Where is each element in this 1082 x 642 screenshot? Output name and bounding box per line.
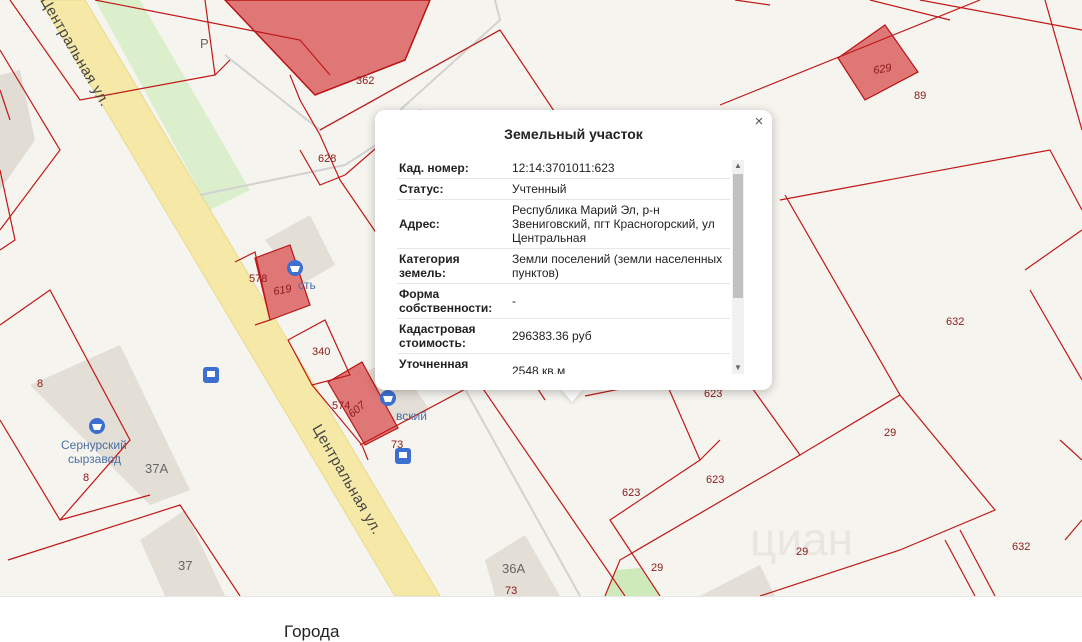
parcel-number: 73 — [505, 585, 517, 596]
poi-label: вский — [396, 409, 427, 423]
parcel-number: 623 — [706, 474, 724, 486]
property-label: Категория земель: — [397, 248, 508, 284]
building — [0, 70, 35, 190]
property-label: Кадастровая стоимость: — [397, 318, 508, 354]
scroll-up-arrow-icon[interactable]: ▲ — [732, 160, 744, 172]
building-cheese-factory — [30, 345, 190, 505]
parcel-properties-table: Кад. номер: 12:14:3701011:623 Статус: Уч… — [397, 158, 730, 374]
close-icon[interactable]: × — [752, 114, 766, 129]
table-row: Кад. номер: 12:14:3701011:623 — [397, 158, 730, 179]
parcel-number: 632 — [1012, 541, 1030, 553]
parcel-number: 8 — [83, 472, 89, 484]
property-value: 296383.36 руб — [508, 318, 730, 354]
property-value: Республика Марий Эл, р-н Звениговский, п… — [508, 199, 730, 249]
section-heading: Города — [284, 622, 340, 641]
table-row: Категория земель: Земли поселений (земли… — [397, 248, 730, 284]
table-row: Форма собственности: - — [397, 283, 730, 319]
popup-scrollbar[interactable]: ▲ ▼ — [732, 160, 744, 374]
house-number: 37 — [178, 558, 192, 573]
parcel-362[interactable] — [223, 0, 431, 96]
parking-label: Р — [200, 36, 209, 51]
shop-basket-icon[interactable] — [287, 260, 303, 276]
property-value: 12:14:3701011:623 — [508, 158, 730, 179]
parcel-number: 29 — [651, 562, 663, 574]
parcel-info-popup: Земельный участок × Кад. номер: 12:14:37… — [375, 110, 772, 390]
property-label: Адрес: — [397, 199, 508, 249]
shop-basket-icon[interactable] — [380, 390, 396, 406]
scroll-down-arrow-icon[interactable]: ▼ — [732, 362, 744, 374]
parcel-number: 628 — [318, 153, 336, 165]
table-row: Уточненная площадь: 2548 кв.м — [397, 353, 730, 374]
parcel-629[interactable] — [837, 24, 919, 101]
poi-label: Сернурский — [61, 438, 127, 452]
parcel-number: 632 — [946, 316, 964, 328]
property-value: Учтенный — [508, 178, 730, 200]
property-value: 2548 кв.м — [508, 353, 730, 374]
table-row: Статус: Учтенный — [397, 178, 730, 200]
property-label: Статус: — [397, 178, 508, 200]
house-number: 36А — [502, 561, 525, 576]
parcel-number: 623 — [622, 487, 640, 499]
property-label: Форма собственности: — [397, 283, 508, 319]
table-row: Адрес: Республика Марий Эл, р-н Звенигов… — [397, 199, 730, 249]
parcel-number: 578 — [249, 273, 267, 285]
shop-basket-icon[interactable] — [89, 418, 105, 434]
property-label: Уточненная площадь: — [397, 353, 508, 374]
parcel-number: 362 — [356, 75, 374, 87]
property-label: Кад. номер: — [397, 158, 508, 179]
scrollbar-thumb[interactable] — [733, 174, 743, 298]
bus-stop-icon[interactable] — [203, 367, 219, 383]
parcel-number: 8 — [37, 378, 43, 390]
popup-title: Земельный участок — [504, 126, 643, 142]
parcel-number: 340 — [312, 346, 330, 358]
popup-content[interactable]: Кад. номер: 12:14:3701011:623 Статус: Уч… — [397, 158, 745, 374]
property-value: - — [508, 283, 730, 319]
building — [700, 565, 775, 596]
poi-label: сть — [298, 278, 316, 292]
parcel-number: 29 — [796, 546, 808, 558]
parcel-number: 29 — [884, 427, 896, 439]
poi-label: сырзавод — [68, 452, 121, 466]
parcel-number: 89 — [914, 90, 926, 102]
house-number: 37А — [145, 461, 168, 476]
table-row: Кадастровая стоимость: 296383.36 руб — [397, 318, 730, 354]
page-section: Города — [0, 596, 1082, 641]
popup-pointer — [560, 388, 584, 402]
property-value: Земли поселений (земли населенных пункто… — [508, 248, 730, 284]
parcel-number: 73 — [391, 439, 403, 451]
